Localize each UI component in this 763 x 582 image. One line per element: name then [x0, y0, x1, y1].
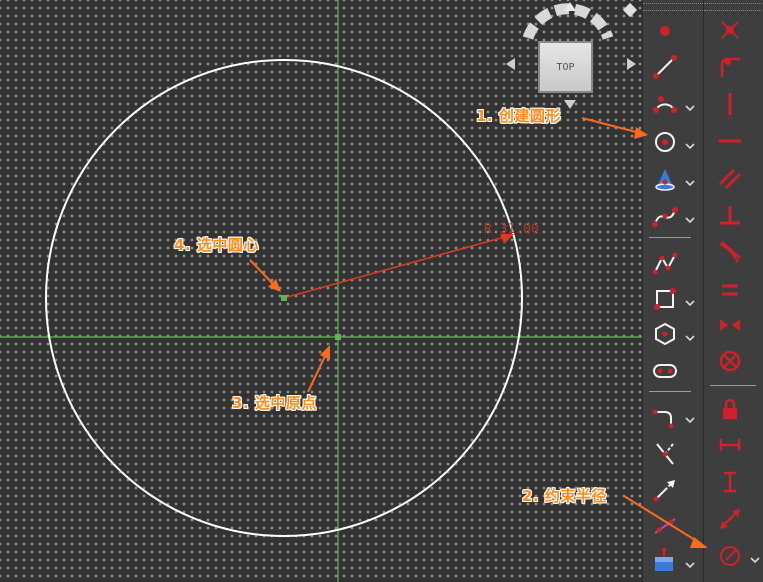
- create-rectangle-button[interactable]: [651, 285, 679, 313]
- chevron-down-icon[interactable]: [684, 137, 696, 150]
- navigation-cube[interactable]: TOP: [500, 0, 642, 112]
- create-slot-button[interactable]: [651, 357, 679, 385]
- callout-select-origin: 3. 选中原点: [232, 394, 317, 412]
- create-fillet-button[interactable]: [651, 402, 679, 430]
- create-circle-button[interactable]: [651, 128, 679, 156]
- chevron-down-icon[interactable]: [749, 551, 761, 564]
- create-fillet-icon: [652, 409, 674, 429]
- origin-point[interactable]: [335, 334, 341, 340]
- callout-create-circle: 1. 创建圆形: [476, 107, 561, 125]
- carbon-copy-button[interactable]: [651, 547, 679, 575]
- create-conic-button[interactable]: [651, 165, 679, 193]
- constrain-horizontal-distance-button[interactable]: [716, 431, 744, 459]
- trim-edge-icon: [656, 443, 674, 465]
- sketcher-constraints-toolbar: [703, 0, 763, 582]
- constrain-equal-icon: [722, 284, 738, 296]
- toolbar-separator: [710, 385, 756, 386]
- toolbar-separator: [649, 237, 691, 238]
- create-circle-icon: [655, 132, 675, 152]
- constrain-vertical-distance-button[interactable]: [716, 468, 744, 496]
- toolbar-grip[interactable]: [643, 3, 703, 11]
- constrain-lock-icon: [723, 398, 737, 419]
- create-polygon-icon: [655, 322, 675, 346]
- create-polyline-button[interactable]: [651, 250, 679, 278]
- constrain-coincident-icon: [721, 21, 739, 39]
- constrain-perpendicular-icon: [720, 206, 740, 225]
- constrain-coincident-button[interactable]: [716, 16, 744, 44]
- constrain-tangent-icon: [719, 241, 741, 263]
- constrain-symmetric-button[interactable]: [716, 311, 744, 339]
- create-line-button[interactable]: [651, 53, 679, 81]
- constrain-block-button[interactable]: [716, 347, 744, 375]
- create-arc-button[interactable]: [651, 90, 679, 118]
- chevron-down-icon[interactable]: [684, 329, 696, 342]
- constrain-distance-button[interactable]: [716, 505, 744, 533]
- constrain-parallel-button[interactable]: [716, 164, 744, 192]
- constrain-parallel-icon: [718, 168, 742, 190]
- create-line-icon: [653, 55, 677, 79]
- callout-arrows: [249, 259, 330, 393]
- circle-center-point[interactable]: [281, 295, 287, 301]
- create-polyline-icon: [652, 252, 678, 275]
- nav-cube-top-face[interactable]: TOP: [538, 41, 593, 93]
- constrain-vertical-icon: [728, 93, 732, 115]
- constrain-equal-button[interactable]: [716, 276, 744, 304]
- create-point-icon: [660, 26, 670, 36]
- create-arc-icon: [653, 96, 677, 113]
- callout-constrain-radius: 2. 约束半径: [522, 487, 607, 505]
- constrain-distance-icon: [720, 509, 740, 529]
- carbon-copy-icon: [655, 548, 673, 571]
- trim-edge-button[interactable]: [651, 440, 679, 468]
- external-geometry-icon: [654, 518, 676, 534]
- constrain-vertical-distance-icon: [724, 471, 736, 493]
- create-rectangle-icon: [654, 288, 676, 310]
- create-point-button[interactable]: [651, 17, 679, 45]
- extend-edge-button[interactable]: [651, 476, 679, 504]
- constrain-point-on-object-icon: [720, 57, 740, 77]
- constrain-vertical-button[interactable]: [716, 90, 744, 118]
- constrain-perpendicular-button[interactable]: [716, 201, 744, 229]
- chevron-down-icon[interactable]: [684, 556, 696, 569]
- create-slot-icon: [653, 364, 677, 378]
- chevron-down-icon[interactable]: [684, 99, 696, 112]
- constrain-radius-icon: [720, 546, 740, 566]
- chevron-down-icon[interactable]: [684, 211, 696, 224]
- extend-edge-icon: [653, 480, 675, 502]
- constrain-tangent-button[interactable]: [716, 238, 744, 266]
- constrain-horizontal-distance-icon: [719, 439, 741, 451]
- constrain-lock-button[interactable]: [716, 395, 744, 423]
- chevron-down-icon[interactable]: [684, 411, 696, 424]
- constrain-horizontal-icon: [719, 139, 741, 143]
- toolbar-separator: [649, 391, 691, 392]
- constrain-block-icon: [719, 350, 741, 372]
- chevron-down-icon[interactable]: [684, 294, 696, 307]
- radius-dimension-line[interactable]: [283, 235, 509, 299]
- external-geometry-button[interactable]: [651, 511, 679, 539]
- create-bspline-icon: [652, 207, 678, 227]
- constrain-symmetric-icon: [720, 319, 740, 331]
- toolbar-grip[interactable]: [704, 3, 763, 11]
- sketcher-geometry-toolbar: [642, 0, 703, 582]
- chevron-down-icon[interactable]: [684, 174, 696, 187]
- constrain-radius-button[interactable]: [716, 542, 744, 570]
- callout-select-center: 4. 选中圆心: [174, 236, 259, 254]
- create-conic-icon: [655, 169, 675, 191]
- constrain-horizontal-button[interactable]: [716, 127, 744, 155]
- radius-dimension-label[interactable]: R 31.00: [484, 222, 539, 237]
- constrain-point-on-object-button[interactable]: [716, 53, 744, 81]
- create-bspline-button[interactable]: [651, 202, 679, 230]
- create-polygon-button[interactable]: [651, 320, 679, 348]
